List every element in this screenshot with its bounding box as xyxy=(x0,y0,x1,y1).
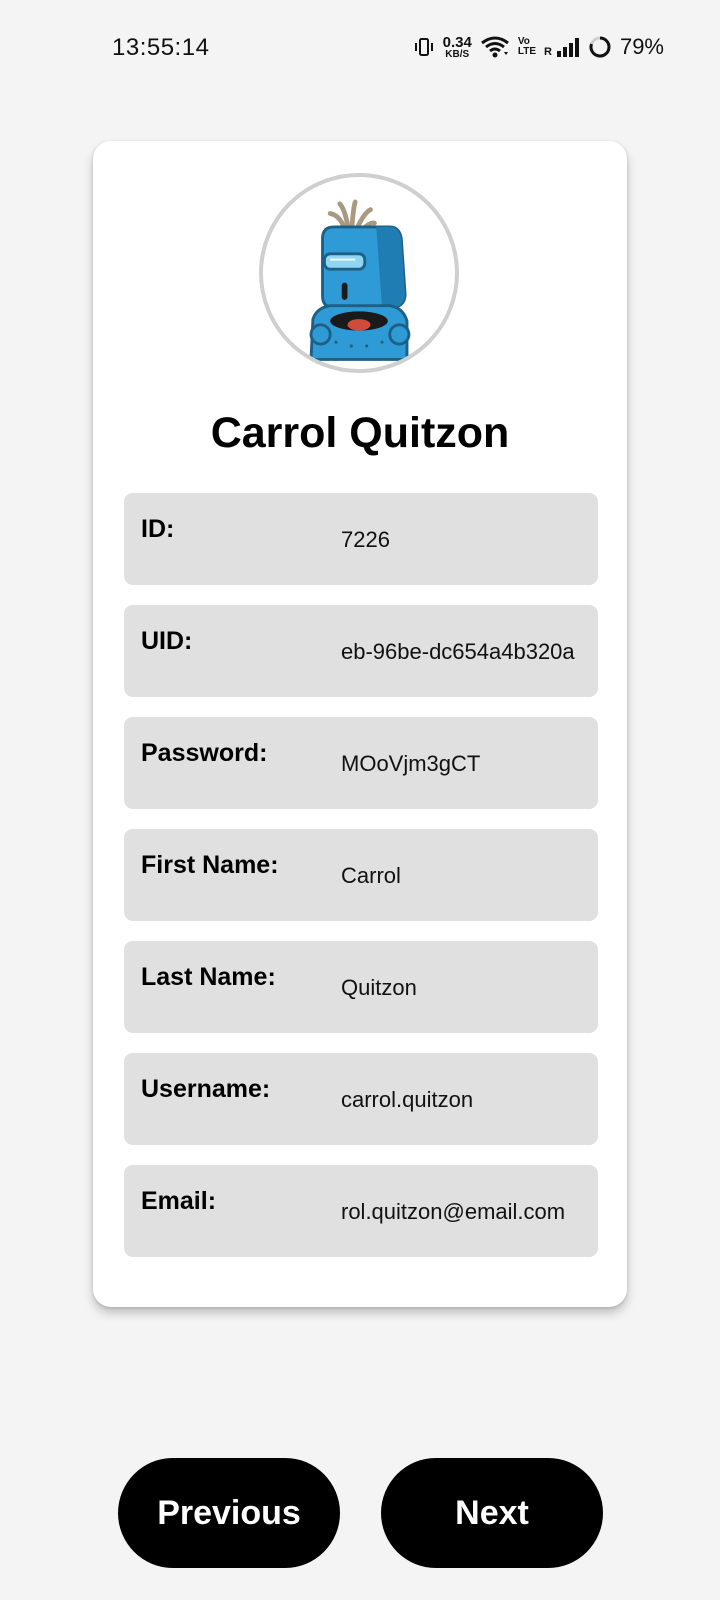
field-value: rol.quitzon@email.com xyxy=(341,1199,566,1224)
field-value: eb-96be-dc654a4b320a xyxy=(341,639,575,664)
field-label: Password: xyxy=(141,739,268,767)
previous-button[interactable]: Previous xyxy=(118,1458,340,1568)
battery-ring-icon xyxy=(588,35,612,59)
field-uid: UID: eb-96be-dc654a4b320a xyxy=(124,605,598,697)
status-icons: 0.34 KB/S Vo LTE R 79% xyxy=(413,30,664,64)
field-first-name: First Name: Carrol xyxy=(124,829,598,921)
status-bar: 13:55:14 0.34 KB/S Vo LTE R 79% xyxy=(0,0,720,96)
volte-bottom: LTE xyxy=(517,46,536,57)
profile-card: Carrol Quitzon ID: 7226 UID: eb-96be-dc6… xyxy=(93,141,627,1307)
roaming-indicator: R xyxy=(544,46,552,58)
signal-icon xyxy=(556,37,580,57)
field-label: Last Name: xyxy=(141,963,276,991)
field-password: Password: MOoVjm3gCT xyxy=(124,717,598,809)
vibrate-icon xyxy=(413,36,435,58)
field-value: Quitzon xyxy=(341,975,417,1000)
field-label: UID: xyxy=(141,627,193,655)
status-time: 13:55:14 xyxy=(112,34,210,61)
field-email: Email: rol.quitzon@email.com xyxy=(124,1165,598,1257)
field-label: Username: xyxy=(141,1075,271,1103)
field-value: MOoVjm3gCT xyxy=(341,751,481,776)
profile-name: Carrol Quitzon xyxy=(210,409,510,457)
network-speed: 0.34 KB/S xyxy=(443,35,472,60)
network-speed-unit: KB/S xyxy=(445,48,470,60)
field-label: ID: xyxy=(141,515,175,543)
field-label: First Name: xyxy=(141,851,279,879)
robot-avatar-icon xyxy=(259,173,459,373)
field-value: carrol.quitzon xyxy=(341,1087,474,1112)
field-id: ID: 7226 xyxy=(124,493,598,585)
field-label: Email: xyxy=(141,1187,217,1215)
field-username: Username: carrol.quitzon xyxy=(124,1053,598,1145)
volte-indicator: Vo LTE xyxy=(518,37,536,57)
field-value: 7226 xyxy=(341,527,390,552)
wifi-icon xyxy=(480,35,510,59)
network-speed-value: 0.34 xyxy=(442,33,472,51)
field-value: Carrol xyxy=(341,863,401,888)
field-last-name: Last Name: Quitzon xyxy=(124,941,598,1033)
next-button[interactable]: Next xyxy=(381,1458,603,1568)
battery-percent: 79% xyxy=(619,34,664,59)
profile-fields: ID: 7226 UID: eb-96be-dc654a4b320a Passw… xyxy=(124,493,598,1277)
